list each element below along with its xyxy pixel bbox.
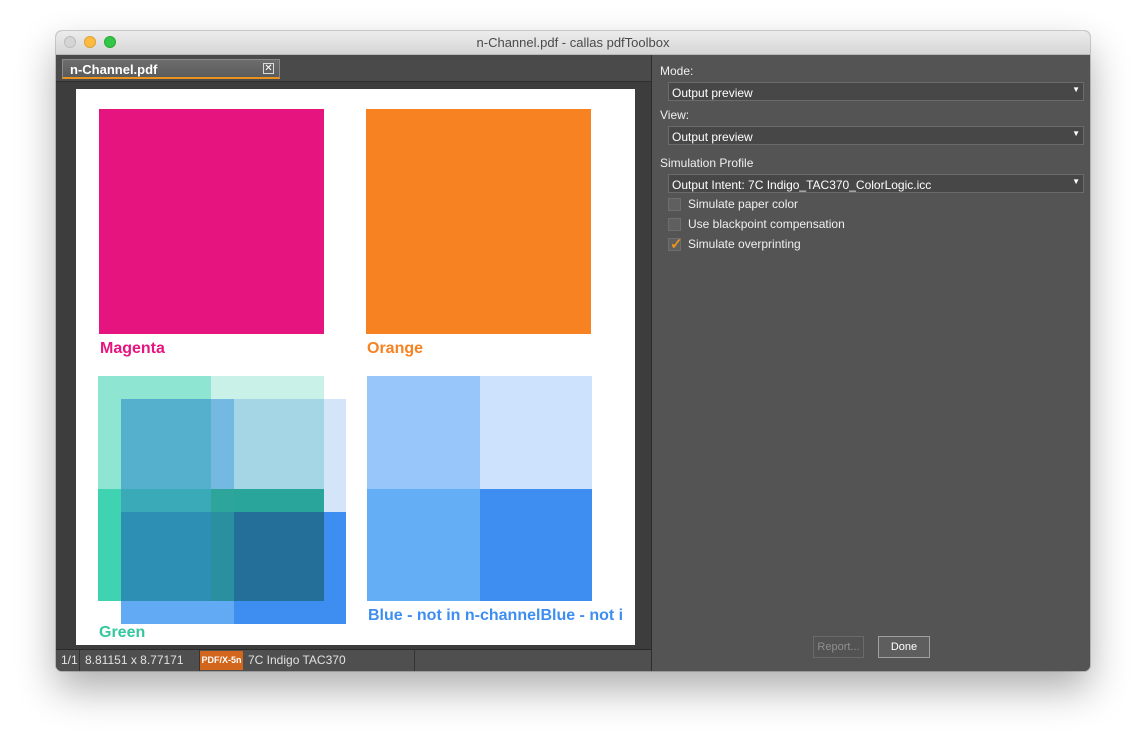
document-tab-bar: n-Channel.pdf ✕ <box>56 55 651 82</box>
simulate-overprinting-checkbox[interactable]: ✓ <box>668 236 683 253</box>
mode-select-value: Output preview <box>672 86 753 100</box>
overprint-tl <box>121 399 211 489</box>
blackpoint-compensation-checkbox[interactable] <box>668 218 681 231</box>
simulate-paper-color-checkbox[interactable] <box>668 198 681 211</box>
pdfx-badge: PDF/X-5n <box>200 651 243 670</box>
overprint-tm <box>211 399 234 489</box>
magenta-label: Magenta <box>100 340 165 357</box>
overprint-bottom-r <box>234 601 324 624</box>
overprint-tr <box>234 399 324 489</box>
chevron-down-icon: ▼ <box>1072 129 1080 138</box>
simulation-profile-label: Simulation Profile <box>660 156 754 170</box>
blue-tint-tr <box>480 376 592 489</box>
page-indicator: 1/1 <box>56 650 80 671</box>
done-button[interactable]: Done <box>878 636 930 658</box>
settings-panel: Mode: Output preview ▼ View: Output prev… <box>652 55 1090 671</box>
blackpoint-compensation-label: Use blackpoint compensation <box>688 217 845 231</box>
chevron-down-icon: ▼ <box>1072 177 1080 186</box>
view-select-value: Output preview <box>672 130 753 144</box>
overprint-bottom-l <box>121 601 234 624</box>
document-tab[interactable]: n-Channel.pdf ✕ <box>62 59 280 79</box>
document-tab-label: n-Channel.pdf <box>70 62 158 77</box>
title-bar: n-Channel.pdf - callas pdfToolbox <box>56 31 1090 55</box>
checkmark-icon: ✓ <box>670 236 683 253</box>
document-area: n-Channel.pdf ✕ Magenta Orange Green Blu… <box>56 55 652 671</box>
overprint-mr <box>234 512 324 601</box>
simulate-overprinting-label: Simulate overprinting <box>688 237 801 251</box>
close-tab-icon[interactable]: ✕ <box>263 63 274 74</box>
report-button[interactable]: Report... <box>813 636 864 658</box>
overprint-ml <box>121 512 211 601</box>
simulation-profile-select[interactable]: Output Intent: 7C Indigo_TAC370_ColorLog… <box>668 174 1084 193</box>
window-title: n-Channel.pdf - callas pdfToolbox <box>476 35 670 50</box>
green-label: Green <box>99 624 146 641</box>
overprint-br <box>234 489 324 512</box>
overprint-tr-edge <box>324 399 346 512</box>
output-intent-profile: 7C Indigo TAC370 (ColorLogic) <box>243 650 415 671</box>
mode-select[interactable]: Output preview ▼ <box>668 82 1084 101</box>
magenta-swatch <box>99 109 324 334</box>
chevron-down-icon: ▼ <box>1072 85 1080 94</box>
app-window: n-Channel.pdf - callas pdfToolbox n-Chan… <box>56 31 1090 671</box>
status-bar: 1/1 8.81151 x 8.77171 cm PDF/X-5n 7C Ind… <box>56 649 651 671</box>
view-label: View: <box>660 108 690 122</box>
overprint-mm <box>211 512 234 601</box>
view-select[interactable]: Output preview ▼ <box>668 126 1084 145</box>
pdf-page: Magenta Orange Green Blue - not in n-cha… <box>76 89 635 645</box>
blue-tint-br <box>480 489 592 601</box>
simulate-paper-color-label: Simulate paper color <box>688 197 799 211</box>
blue-tint-tl <box>367 376 480 489</box>
simulation-profile-value: Output Intent: 7C Indigo_TAC370_ColorLog… <box>672 178 932 192</box>
overprint-bl <box>121 489 211 512</box>
overprint-right <box>324 512 346 624</box>
orange-label: Orange <box>367 340 424 357</box>
overprint-bm <box>211 489 234 512</box>
orange-swatch <box>366 109 591 334</box>
mode-label: Mode: <box>660 64 694 78</box>
page-size: 8.81151 x 8.77171 cm <box>80 650 200 671</box>
blue-label: Blue - not in n-channelBlue - not i <box>368 607 624 624</box>
blue-tint-bl <box>367 489 480 601</box>
